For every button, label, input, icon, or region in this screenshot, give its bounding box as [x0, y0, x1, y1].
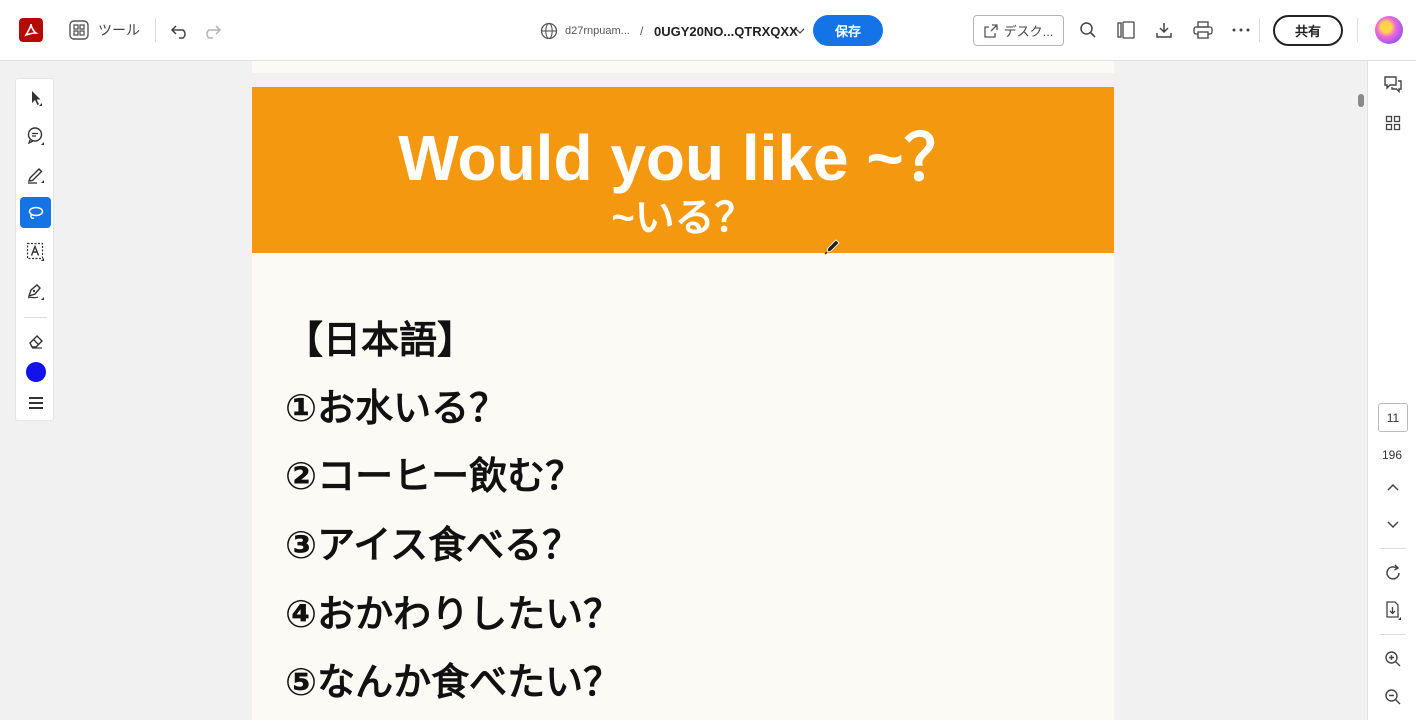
chevron-down-icon[interactable] [793, 22, 807, 40]
question-line-1: ①お水いる？ [285, 386, 508, 430]
document-filename[interactable]: 0UGY20NO...QTRXQXX [654, 21, 798, 41]
toolbar-divider [1357, 18, 1358, 42]
signature-pen-icon[interactable] [20, 275, 51, 306]
tools-label[interactable]: ツール [98, 20, 140, 40]
text-box-icon[interactable] [20, 236, 51, 267]
acrobat-logo-icon[interactable] [19, 18, 43, 42]
undo-icon[interactable] [168, 19, 192, 43]
download-icon[interactable] [1150, 16, 1178, 44]
external-link-icon [983, 23, 998, 38]
tools-grid-icon[interactable] [68, 19, 90, 41]
rotate-icon[interactable] [1380, 560, 1406, 586]
vertical-scrollbar[interactable] [1358, 94, 1364, 107]
previous-page-bottom [252, 61, 1114, 73]
save-button[interactable]: 保存 [813, 15, 883, 46]
banner-subtitle: ~いる？ [611, 196, 755, 240]
redo-icon[interactable] [200, 19, 224, 43]
next-page-icon[interactable] [1380, 512, 1406, 538]
comments-panel-icon[interactable] [1380, 71, 1406, 97]
open-desktop-button[interactable]: デスク... [973, 15, 1064, 46]
eraser-icon[interactable] [20, 325, 51, 356]
page-thumbnails-icon[interactable] [1112, 16, 1140, 44]
palette-divider [24, 317, 47, 318]
stroke-width-icon[interactable] [20, 387, 51, 418]
question-line-5: ⑤なんか食べたい？ [285, 660, 622, 704]
avatar[interactable] [1375, 16, 1403, 44]
question-line-4: ④おかわりしたい？ [285, 592, 622, 636]
select-arrow-icon[interactable] [20, 82, 51, 113]
more-options-icon[interactable] [1227, 16, 1255, 44]
title-banner: Would you like ~？ ~いる？ [252, 87, 1114, 255]
toolbar-divider [155, 18, 156, 42]
top-toolbar: ツール d27rnpuam... / 0UGY20NO...QTRXQXX 保存… [0, 0, 1416, 61]
comment-icon[interactable] [20, 120, 51, 151]
path-separator: / [640, 24, 644, 38]
globe-icon [538, 20, 560, 42]
lasso-draw-icon[interactable] [20, 197, 51, 228]
search-icon[interactable] [1074, 16, 1102, 44]
print-icon[interactable] [1189, 16, 1217, 44]
zoom-out-icon[interactable] [1380, 684, 1406, 710]
annotation-tool-palette [15, 78, 54, 421]
color-picker[interactable] [26, 362, 46, 382]
rail-divider [1380, 634, 1406, 635]
pdf-page: Would you like ~？ ~いる？ 【日本語】 ①お水いる？ ②コーヒ… [252, 87, 1114, 720]
rail-divider [1380, 548, 1406, 549]
right-rail: 11 196 [1367, 61, 1416, 720]
page-export-icon[interactable] [1380, 598, 1406, 624]
current-page-input[interactable]: 11 [1378, 403, 1408, 432]
previous-page-icon[interactable] [1380, 474, 1406, 500]
document-domain: d27rnpuam... [565, 25, 630, 37]
question-line-2: ②コーヒー飲む？ [285, 454, 584, 498]
question-line-3: ③アイス食べる？ [285, 523, 581, 567]
highlight-pen-icon[interactable] [20, 158, 51, 189]
pen-cursor-icon [824, 237, 842, 255]
organize-pages-icon[interactable] [1380, 110, 1406, 136]
share-button[interactable]: 共有 [1273, 15, 1343, 46]
toolbar-divider [1259, 18, 1260, 42]
document-heading: 【日本語】 [285, 318, 476, 362]
zoom-in-icon[interactable] [1380, 646, 1406, 672]
total-pages: 196 [1381, 448, 1403, 462]
open-desktop-label: デスク... [1003, 24, 1054, 39]
